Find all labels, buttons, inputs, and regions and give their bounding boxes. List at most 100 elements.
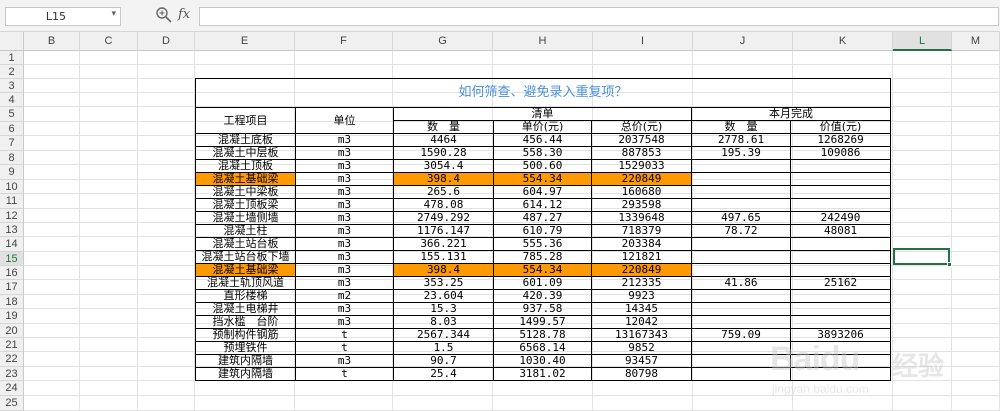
cell-unit[interactable]: m3: [295, 198, 394, 212]
row-header-12[interactable]: 12: [0, 209, 24, 223]
cell-qty[interactable]: 155.131: [393, 250, 494, 264]
cell-unit[interactable]: m3: [295, 237, 394, 251]
cell-item[interactable]: 预制构件钢筋: [195, 328, 296, 342]
cell-mval[interactable]: [789, 315, 892, 329]
column-header-f[interactable]: F: [295, 32, 393, 51]
fx-icon[interactable]: fx: [178, 7, 190, 22]
cell-total[interactable]: 14345: [591, 302, 692, 316]
cell-mval[interactable]: [789, 289, 892, 303]
column-header-h[interactable]: H: [493, 32, 593, 51]
column-header-b[interactable]: B: [24, 32, 80, 51]
cell-qty[interactable]: 353.25: [393, 276, 494, 290]
cell-item[interactable]: 建筑内隔墙: [195, 354, 296, 368]
cell-item[interactable]: 混凝土基础梁: [195, 263, 296, 277]
row-header-10[interactable]: 10: [0, 180, 24, 194]
cell-mval[interactable]: [789, 250, 892, 264]
cell-qty[interactable]: 23.604: [393, 289, 494, 303]
cell-item[interactable]: 混凝土站台板下墙: [195, 250, 296, 264]
cell-unit[interactable]: m3: [295, 263, 394, 277]
cell-total[interactable]: 293598: [591, 198, 692, 212]
cell-price[interactable]: 487.27: [493, 211, 592, 225]
cell-price[interactable]: 1030.40: [493, 354, 592, 368]
cell-mqty[interactable]: [691, 315, 791, 329]
cell-qty[interactable]: 8.03: [393, 315, 494, 329]
row-header-3[interactable]: 3: [0, 79, 24, 93]
cell-price[interactable]: 420.39: [493, 289, 592, 303]
select-all-corner[interactable]: [0, 32, 24, 51]
cell-price[interactable]: 614.12: [493, 198, 592, 212]
cell-total[interactable]: 212335: [591, 276, 692, 290]
header-month-qty[interactable]: 数 量: [691, 120, 791, 134]
cell-unit[interactable]: m3: [295, 224, 394, 238]
header-list-group[interactable]: 清单: [393, 107, 692, 121]
row-header-8[interactable]: 8: [0, 151, 24, 165]
cell-item[interactable]: 混凝土顶板梁: [195, 198, 296, 212]
cell-qty[interactable]: 1.5: [393, 341, 494, 355]
cell-qty[interactable]: 3054.4: [393, 159, 494, 173]
cell-mval[interactable]: 109086: [789, 146, 892, 160]
cell-total[interactable]: 13167343: [591, 328, 692, 342]
cell-price[interactable]: 554.34: [493, 263, 592, 277]
cell-mval[interactable]: 48081: [789, 224, 892, 238]
cell-unit[interactable]: m3: [295, 133, 394, 147]
cell-total[interactable]: 160680: [591, 185, 692, 199]
cell-price[interactable]: 785.28: [493, 250, 592, 264]
cell-price[interactable]: 6568.14: [493, 341, 592, 355]
cell-qty[interactable]: 2749.292: [393, 211, 494, 225]
cell-unit[interactable]: m3: [295, 315, 394, 329]
cell-item[interactable]: 混凝土轨顶风道: [195, 276, 296, 290]
row-header-14[interactable]: 14: [0, 237, 24, 252]
table-title[interactable]: 如何筛查、避免录入重复项？: [194, 78, 892, 108]
cell-mqty[interactable]: [691, 237, 791, 251]
cell-mqty[interactable]: 2778.61: [691, 133, 791, 147]
column-header-k[interactable]: K: [793, 32, 893, 51]
row-header-17[interactable]: 17: [0, 280, 24, 295]
cell-price[interactable]: 500.60: [493, 159, 592, 173]
cell-unit[interactable]: m3: [295, 250, 394, 264]
cell-qty[interactable]: 15.3: [393, 302, 494, 316]
column-header-m[interactable]: M: [952, 32, 1000, 51]
selected-cell-outline[interactable]: [893, 248, 950, 265]
cell-unit[interactable]: m3: [295, 159, 394, 173]
cell-total[interactable]: 1529033: [591, 159, 692, 173]
cell-total[interactable]: 887853: [591, 146, 692, 160]
cell-unit[interactable]: m3: [295, 276, 394, 290]
cell-mqty[interactable]: [691, 185, 791, 199]
header-month-group[interactable]: 本月完成: [690, 107, 892, 121]
cell-unit[interactable]: m3: [295, 146, 394, 160]
row-header-7[interactable]: 7: [0, 136, 24, 151]
cell-item[interactable]: 直形楼梯: [195, 289, 296, 303]
cell-mqty[interactable]: 195.39: [691, 146, 791, 160]
name-box[interactable]: L15 ▾: [5, 7, 121, 26]
row-header-25[interactable]: 25: [0, 396, 24, 411]
cell-price[interactable]: 601.09: [493, 276, 592, 290]
cell-total[interactable]: 93457: [591, 354, 692, 368]
cell-mqty[interactable]: [691, 250, 791, 264]
cell-qty[interactable]: 2567.344: [393, 328, 494, 342]
formula-input[interactable]: [199, 7, 999, 26]
cell-qty[interactable]: 398.4: [393, 263, 494, 277]
cell-item[interactable]: 混凝土电梯井: [195, 302, 296, 316]
cell-total[interactable]: 121821: [591, 250, 692, 264]
cell-qty[interactable]: 4464: [393, 133, 494, 147]
cell-total[interactable]: 2037548: [591, 133, 692, 147]
cell-qty[interactable]: 265.6: [393, 185, 494, 199]
cell-qty[interactable]: 25.4: [393, 367, 494, 381]
row-header-1[interactable]: 1: [0, 51, 24, 65]
row-header-24[interactable]: 24: [0, 381, 24, 396]
cell-qty[interactable]: 366.221: [393, 237, 494, 251]
row-header-9[interactable]: 9: [0, 165, 24, 180]
cell-mval[interactable]: 25162: [789, 276, 892, 290]
cell-mval[interactable]: [789, 198, 892, 212]
cell-mqty[interactable]: [691, 302, 791, 316]
cell-unit[interactable]: m3: [295, 185, 394, 199]
column-header-d[interactable]: D: [138, 32, 195, 51]
cell-total[interactable]: 718379: [591, 224, 692, 238]
cell-mqty[interactable]: [691, 263, 791, 277]
cell-qty[interactable]: 478.08: [393, 198, 494, 212]
column-header-i[interactable]: I: [593, 32, 693, 51]
row-header-6[interactable]: 6: [0, 122, 24, 136]
cell-price[interactable]: 604.97: [493, 185, 592, 199]
cell-mqty[interactable]: 497.65: [691, 211, 791, 225]
cell-mval[interactable]: [789, 172, 892, 186]
